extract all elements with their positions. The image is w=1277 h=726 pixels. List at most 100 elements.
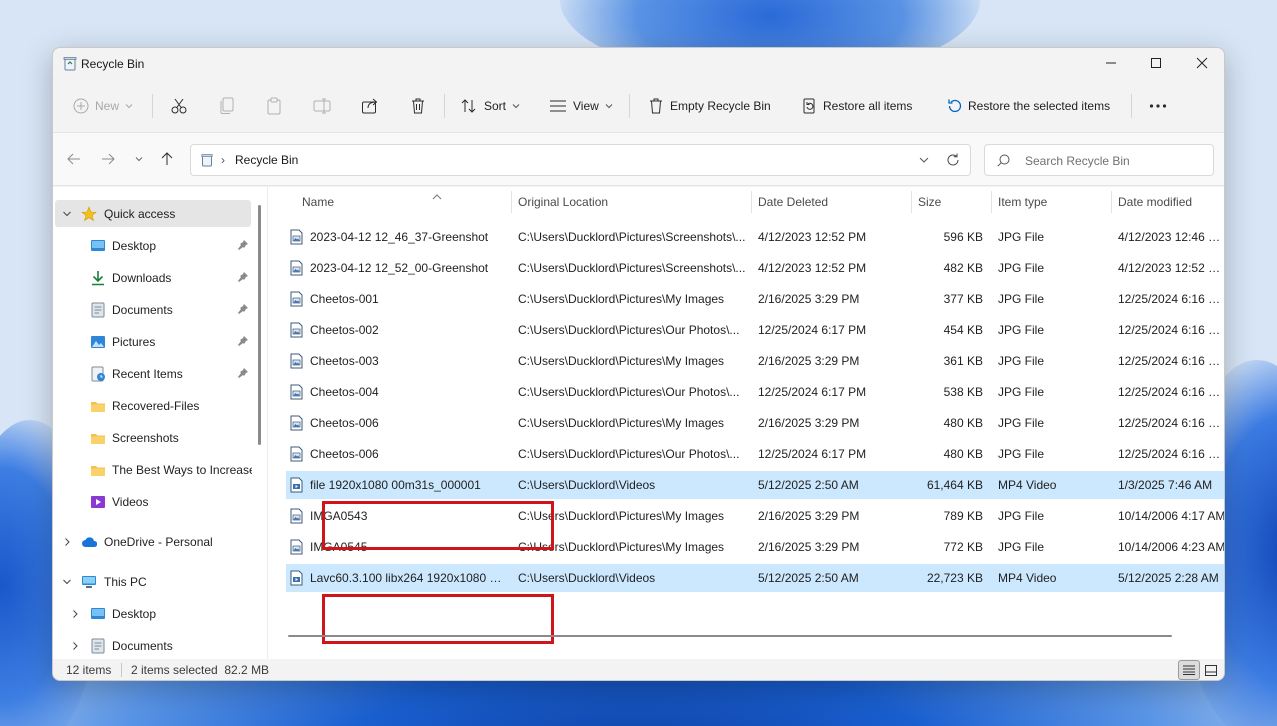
back-button[interactable] (64, 149, 84, 169)
rename-button[interactable] (313, 86, 331, 126)
chevron-right-icon[interactable] (69, 640, 81, 652)
sidebar-quick-access[interactable]: Quick access (55, 200, 251, 227)
command-bar: New Sort View Empty Recycle Bin Restore … (53, 86, 1224, 126)
cell-location: C:\Users\Ducklord\Pictures\My Images (518, 416, 725, 430)
address-bar[interactable]: › Recycle Bin (190, 144, 971, 176)
column-header-name[interactable]: Name (302, 187, 492, 217)
sidebar-item-screenshots[interactable]: Screenshots (55, 424, 251, 451)
sidebar-onedrive[interactable]: OneDrive - Personal (55, 528, 251, 555)
cell-size: 772 KB (943, 540, 983, 554)
toolbar-separator (444, 94, 445, 118)
content-area: Quick access Desktop Downloads Documents… (53, 187, 1224, 659)
horizontal-scrollbar[interactable] (288, 635, 1172, 637)
column-header-size[interactable]: Size (918, 187, 988, 217)
sidebar-label: OneDrive - Personal (104, 534, 213, 549)
sidebar-this-pc[interactable]: This PC (55, 568, 251, 595)
sort-label: Sort (484, 99, 507, 113)
cell-size: 480 KB (943, 416, 983, 430)
chevron-right-icon[interactable] (61, 536, 73, 548)
file-row[interactable]: Cheetos-006 C:\Users\Ducklord\Pictures\My… (286, 409, 1224, 437)
sidebar-pc-documents[interactable]: Documents (55, 632, 251, 659)
copy-button[interactable] (219, 86, 235, 126)
restore-selected-label: Restore the selected items (968, 99, 1111, 113)
cut-button[interactable] (170, 86, 188, 126)
sidebar-label: Documents (112, 302, 173, 317)
minimize-button[interactable] (1088, 48, 1134, 78)
sidebar-item-videos[interactable]: Videos (55, 488, 251, 515)
sidebar-item-best-ways[interactable]: The Best Ways to Increase (55, 456, 252, 483)
delete-button[interactable] (410, 86, 426, 126)
sort-button[interactable]: Sort (460, 86, 520, 126)
column-header-date-deleted[interactable]: Date Deleted (758, 187, 908, 217)
sidebar-item-recent-items[interactable]: Recent Items (55, 360, 251, 387)
sidebar-pc-desktop[interactable]: Desktop (55, 600, 251, 627)
close-button[interactable] (1179, 48, 1224, 78)
sidebar-item-recovered-files[interactable]: Recovered-Files (55, 392, 251, 419)
pin-icon[interactable] (237, 271, 249, 286)
breadcrumb-recycle-bin[interactable]: Recycle Bin (235, 153, 298, 167)
share-button[interactable] (361, 86, 379, 126)
sidebar-item-documents[interactable]: Documents (55, 296, 251, 323)
cell-modified: 12/25/2024 6:16 PM (1118, 385, 1225, 399)
column-divider[interactable] (1111, 191, 1112, 213)
cell-name: 2023-04-12 12_52_00-Greenshot (310, 261, 489, 275)
column-header-date-modified[interactable]: Date modified (1118, 187, 1224, 217)
new-button[interactable]: New (73, 86, 133, 126)
sidebar-item-downloads[interactable]: Downloads (55, 264, 251, 291)
details-view-button[interactable] (1178, 660, 1200, 680)
empty-recycle-bin-button[interactable]: Empty Recycle Bin (648, 86, 771, 126)
restore-all-button[interactable]: Restore all items (801, 86, 912, 126)
paste-button[interactable] (266, 86, 282, 126)
sidebar-item-pictures[interactable]: Pictures (55, 328, 251, 355)
cell-type: JPG File (998, 385, 1045, 399)
title-bar[interactable]: Recycle Bin (53, 48, 1224, 80)
forward-button[interactable] (98, 149, 118, 169)
more-options-button[interactable] (1149, 86, 1167, 126)
chevron-down-icon (125, 104, 133, 109)
file-row[interactable]: 2023-04-12 12_46_37-Greenshot C:\Users\Du… (286, 223, 1224, 251)
tiles-view-button[interactable] (1200, 660, 1222, 680)
column-divider[interactable] (911, 191, 912, 213)
chevron-right-icon[interactable] (69, 608, 81, 620)
pin-icon[interactable] (237, 239, 249, 254)
sidebar-item-desktop[interactable]: Desktop (55, 232, 251, 259)
file-row[interactable]: 2023-04-12 12_52_00-Greenshot C:\Users\Du… (286, 254, 1224, 282)
column-header-item-type[interactable]: Item type (998, 187, 1108, 217)
file-row[interactable]: Cheetos-004 C:\Users\Ducklord\Pictures\Ou… (286, 378, 1225, 406)
up-button[interactable] (157, 149, 177, 169)
trash-icon (650, 98, 662, 114)
sidebar-label: Pictures (112, 334, 156, 349)
column-divider[interactable] (511, 191, 512, 213)
maximize-button[interactable] (1133, 48, 1179, 78)
column-divider[interactable] (991, 191, 992, 213)
chevron-down-icon[interactable] (61, 576, 73, 588)
recent-locations-button[interactable] (129, 149, 149, 169)
file-row[interactable]: Cheetos-003 C:\Users\Ducklord\Pictures\My… (286, 347, 1224, 375)
file-row[interactable]: Cheetos-001 C:\Users\Ducklord\Pictures\My… (286, 285, 1224, 313)
cell-type: JPG File (998, 509, 1045, 523)
maximize-icon (1151, 58, 1161, 68)
file-row[interactable]: Cheetos-006 C:\Users\Ducklord\Pictures\Ou… (286, 440, 1224, 468)
pin-icon[interactable] (237, 303, 249, 318)
pin-icon[interactable] (237, 335, 249, 350)
column-divider[interactable] (751, 191, 752, 213)
address-dropdown-icon[interactable] (918, 154, 930, 168)
cell-location: C:\Users\Ducklord\Pictures\Our Photos\..… (518, 385, 740, 399)
column-label: Name (302, 195, 335, 209)
file-row[interactable]: Lavc60.3.100 libx264 1920x1080 00... C:\U… (286, 564, 1224, 592)
chevron-down-icon[interactable] (61, 208, 73, 220)
search-box[interactable]: Search Recycle Bin (984, 144, 1214, 176)
view-button[interactable]: View (549, 86, 613, 126)
restore-selected-button[interactable]: Restore the selected items (946, 86, 1110, 126)
file-row[interactable]: file 1920x1080 00m31s_000001 C:\Users\Duc… (286, 471, 1224, 499)
sidebar-scrollbar[interactable] (258, 205, 261, 445)
computer-icon (81, 574, 97, 590)
video-file-icon (290, 477, 303, 496)
pin-icon[interactable] (237, 367, 249, 382)
cell-size: 538 KB (943, 385, 983, 399)
column-header-original-location[interactable]: Original Location (518, 187, 748, 217)
file-row[interactable]: Cheetos-002 C:\Users\Ducklord\Pictures\Ou… (286, 316, 1224, 344)
refresh-icon[interactable] (946, 153, 960, 170)
cell-deleted: 4/12/2023 12:52 PM (758, 230, 867, 244)
recycle-bin-icon (63, 56, 77, 71)
